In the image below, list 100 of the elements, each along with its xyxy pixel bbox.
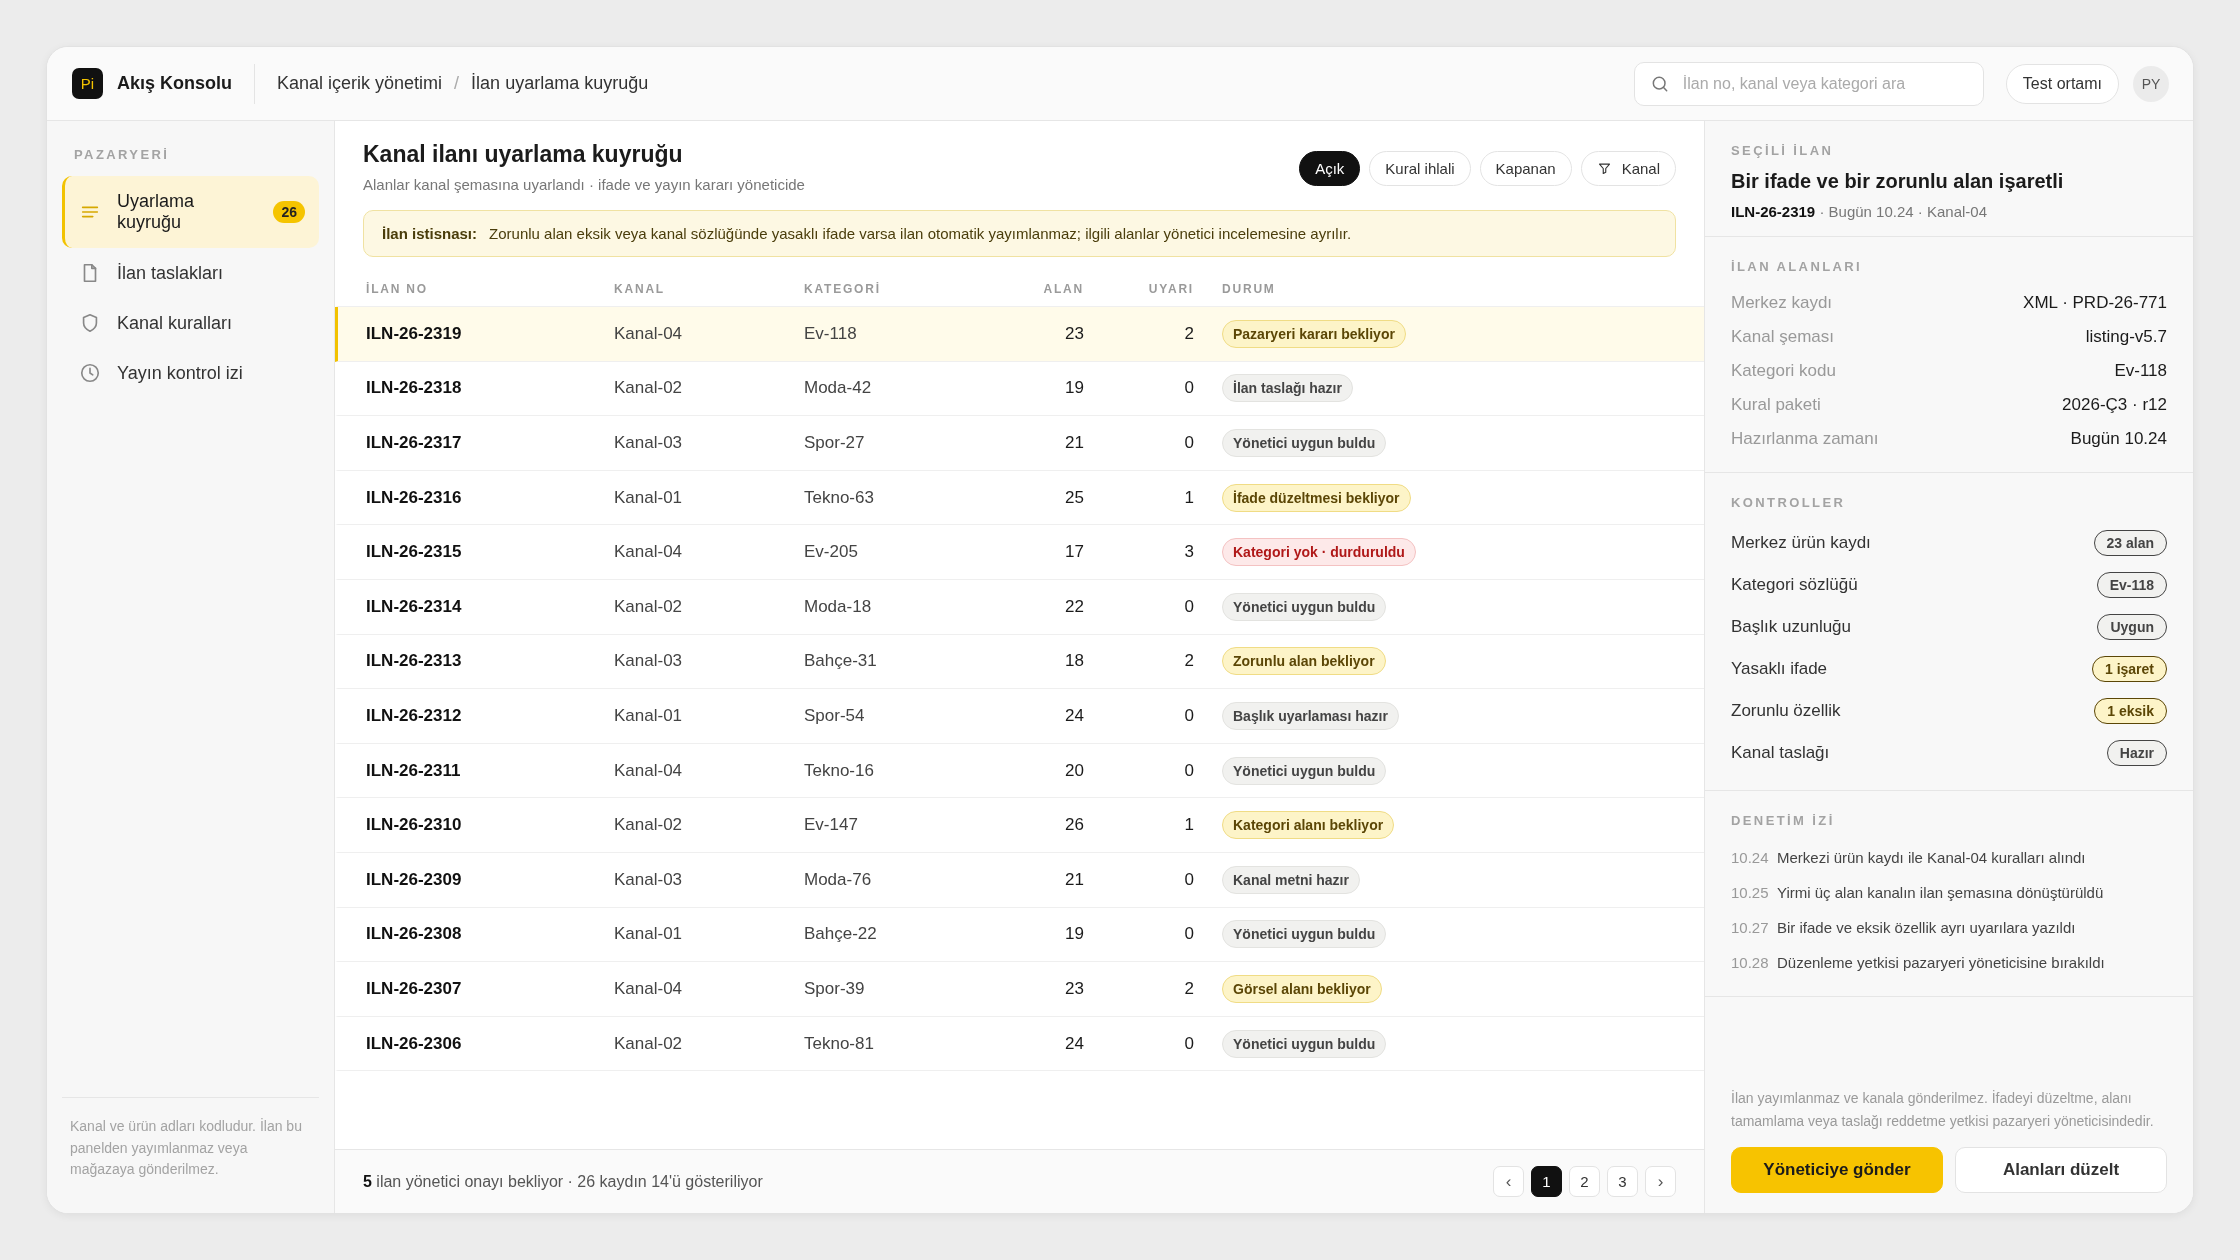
table-cell-text: 0 [1183, 705, 1194, 726]
table-row[interactable]: ILN-26-2310 Kanal-02 Ev-147 26 1 Kategori alanı bekliyor [335, 798, 1704, 853]
table-cell-text: 2 [1183, 978, 1194, 999]
table-cell-text: 2 [1183, 651, 1194, 672]
sidebar-item[interactable]: Yayın kontrol izi [62, 348, 319, 398]
check-badge: 1 işaret [2091, 656, 2167, 682]
table-row[interactable]: ILN-26-2308 Kanal-01 Bahçe-22 19 0 Yönetici uygun buldu [335, 907, 1704, 963]
column-header: ALAN [1042, 281, 1084, 296]
table-row[interactable]: ILN-26-2307 Kanal-04 Spor-39 23 2 Görsel alanı bekliyor [335, 962, 1704, 1017]
nav-label: İlan taslakları [117, 262, 225, 284]
status-badge: Yönetici uygun buldu [1222, 429, 1387, 457]
table-cell-text: ILN-26-2311 [366, 760, 462, 781]
edit-button[interactable]: Alanları düzelt [1955, 1147, 2167, 1193]
page-button[interactable]: 3 [1607, 1166, 1638, 1197]
table-cell-text: Kanal-02 [614, 596, 684, 617]
table-row[interactable]: ILN-26-2309 Kanal-03 Moda-76 21 0 Kanal metni hazır [335, 852, 1704, 908]
table-cell-text: Kanal-01 [614, 487, 684, 508]
table-cell-text: 0 [1183, 924, 1194, 945]
user-avatar[interactable]: PY [2133, 65, 2169, 102]
check-label: Yasaklı ifade [1731, 659, 1828, 679]
detail-title: Bir ifade ve bir zorunlu alan işaretli [1731, 170, 2065, 193]
check-label: Kategori sözlüğü [1731, 575, 1858, 595]
check-badge: Hazır [2106, 740, 2167, 766]
status-badge: Başlık uyarlaması hazır [1222, 701, 1399, 730]
table-cell-text: Kanal-02 [614, 1033, 684, 1054]
filter-chip[interactable]: Kural ihlali [1369, 151, 1471, 186]
filter-chip[interactable]: Açık [1299, 151, 1361, 186]
table-cell-text: 23 [1064, 323, 1084, 344]
table-cell-text: Bahçe-31 [804, 651, 878, 672]
table-cell-text: Kanal-04 [614, 978, 684, 999]
page-button[interactable]: 2 [1569, 1166, 1600, 1197]
table-cell-text: Kanal-04 [614, 760, 684, 781]
sidebar-item[interactable]: Uyarlama kuyruğu 26 [62, 176, 319, 248]
table-cell-text: Kanal-01 [614, 924, 684, 945]
clock-icon [79, 362, 101, 384]
nav-label: Kanal kuralları [117, 312, 234, 334]
sidebar-item[interactable]: Kanal kuralları [62, 298, 319, 348]
filter-chip[interactable]: Kapanan [1479, 151, 1572, 186]
table-row[interactable]: ILN-26-2318 Kanal-02 Moda-42 19 0 İlan taslağı hazır [335, 361, 1704, 417]
table-cell-text: 17 [1064, 542, 1084, 563]
table-cell-text: 18 [1064, 651, 1084, 672]
audit-entry: Düzenleme yetkisi pazaryeri yöneticisine bırakıldı [1777, 954, 2105, 971]
table-row[interactable]: ILN-26-2313 Kanal-03 Bahçe-31 18 2 Zorunlu alan bekliyor [335, 634, 1704, 690]
next-page-button[interactable]: › [1645, 1166, 1676, 1197]
column-header: İLAN NO [366, 281, 429, 296]
table-row[interactable]: ILN-26-2306 Kanal-02 Tekno-81 24 0 Yönetici uygun buldu [335, 1016, 1704, 1072]
table-row[interactable]: ILN-26-2314 Kanal-02 Moda-18 22 0 Yönetici uygun buldu [335, 579, 1704, 635]
table-cell-text: ILN-26-2314 [366, 596, 463, 617]
table-row[interactable]: ILN-26-2312 Kanal-01 Spor-54 24 0 Başlık uyarlaması hazır [335, 689, 1704, 744]
table-cell-text: 19 [1064, 924, 1084, 945]
table-cell-text: Kanal-01 [614, 705, 684, 726]
status-badge: Yönetici uygun buldu [1222, 592, 1387, 621]
table-cell-text: 21 [1064, 433, 1084, 453]
table-row[interactable]: ILN-26-2311 Kanal-04 Tekno-16 20 0 Yönetici uygun buldu [335, 743, 1704, 799]
table-cell-text: 0 [1183, 596, 1194, 617]
table-cell-text: Bahçe-22 [804, 924, 878, 945]
section-label: KONTROLLER [1731, 495, 1847, 510]
table-cell-text: 24 [1064, 1033, 1084, 1054]
filter-chip[interactable]: Kanal [1580, 151, 1676, 186]
table-row[interactable]: ILN-26-2317 Kanal-03 Spor-27 21 0 Yönetici uygun buldu [335, 416, 1704, 471]
page-title: Kanal ilanı uyarlama kuyruğu [363, 141, 684, 168]
table-cell-text: 2 [1183, 323, 1194, 344]
environment-button[interactable]: Test ortamı [2005, 63, 2119, 104]
table-cell-text: Ev-147 [804, 815, 859, 836]
check-label: Başlık uzunluğu [1731, 617, 1852, 637]
sidebar-note: Kanal ve ürün adları kodludur. İlan bu panelden yayımlanmaz veya mağazaya gönderilmez. [62, 1096, 319, 1181]
send-button[interactable]: Yöneticiye gönder [1731, 1147, 1943, 1193]
status-badge: Yönetici uygun buldu [1222, 920, 1387, 949]
table-cell-text: 20 [1064, 760, 1084, 781]
table-cell-text: Tekno-16 [804, 760, 875, 781]
section-label: PAZARYERİ [74, 147, 171, 162]
breadcrumb-item[interactable]: Kanal içerik yönetimi [277, 73, 443, 94]
status-badge: İfade düzeltmesi bekliyor [1222, 483, 1411, 512]
check-badge: Ev-118 [2096, 572, 2167, 598]
table-cell-text: ILN-26-2315 [366, 542, 463, 563]
sidebar-item[interactable]: İlan taslakları [62, 248, 319, 298]
table-cell-text: ILN-26-2310 [366, 815, 463, 836]
table-cell-text: 0 [1183, 1033, 1194, 1054]
table-row[interactable]: ILN-26-2319 Kanal-04 Ev-118 23 2 Pazaryeri kararı bekliyor [335, 307, 1704, 362]
page-button[interactable]: 1 [1531, 1166, 1562, 1197]
status-badge: Kanal metni hazır [1222, 865, 1360, 894]
table-cell-text: 0 [1183, 433, 1194, 453]
previous-page-button[interactable]: ‹ [1493, 1166, 1524, 1197]
table-row[interactable]: ILN-26-2315 Kanal-04 Ev-205 17 3 Kategori yok · durduruldu [335, 525, 1704, 580]
search-field[interactable]: İlan no, kanal veya kategori ara [1633, 61, 1984, 106]
status-badge: Zorunlu alan bekliyor [1222, 647, 1386, 676]
column-header: KATEGORİ [804, 281, 882, 296]
table-row[interactable]: ILN-26-2316 Kanal-01 Tekno-63 25 1 İfade düzeltmesi bekliyor [335, 470, 1704, 526]
section-label: SEÇİLİ İLAN [1731, 143, 1835, 158]
table-cell-text: 22 [1064, 596, 1084, 617]
status-badge: Kategori yok · durduruldu [1222, 538, 1416, 567]
filter-icon [1596, 161, 1612, 176]
table-cell-text: 3 [1183, 542, 1194, 563]
field-value: XML · PRD-26-771 [2023, 293, 2167, 313]
breadcrumb-item[interactable]: İlan uyarlama kuyruğu [471, 73, 649, 94]
table-cell-text: ILN-26-2309 [366, 869, 463, 890]
check-badge: Uygun [2097, 614, 2167, 640]
field-value: listing-v5.7 [2085, 327, 2167, 347]
notice-label: İlan istisnası: [382, 225, 478, 242]
detail-meta: ILN-26-2319 · Bugün 10.24 · Kanal-04 [1731, 203, 1988, 220]
